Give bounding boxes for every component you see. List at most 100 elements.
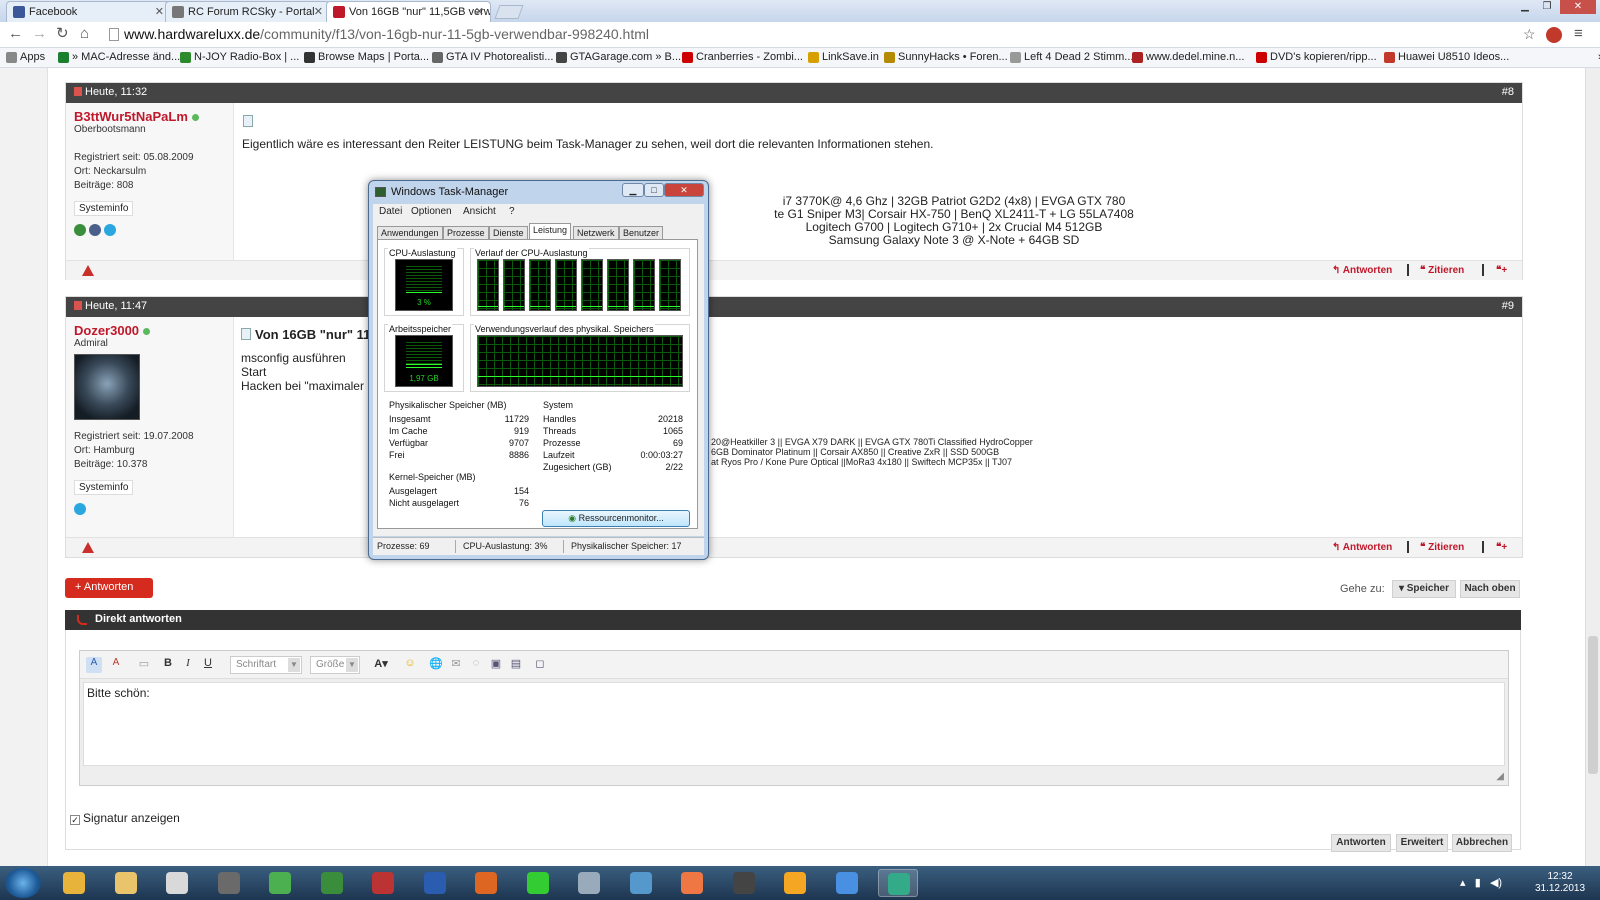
reload-icon[interactable]: ↻ (56, 26, 69, 42)
paste-icon[interactable]: ▭ (136, 657, 152, 673)
taskbar-item[interactable] (260, 869, 300, 897)
text-color-icon[interactable]: A▾ (370, 657, 392, 673)
start-button[interactable] (5, 868, 41, 898)
taskbar-item[interactable] (724, 869, 764, 897)
reply-textarea[interactable]: Bitte schön: (83, 682, 1505, 766)
forward-icon[interactable]: → (32, 26, 47, 42)
skype-icon[interactable] (104, 224, 116, 236)
goto-save-button[interactable]: ▾ Speicher (1392, 580, 1456, 598)
menu-ansicht[interactable]: Ansicht (463, 206, 496, 217)
taskbar-item[interactable] (621, 869, 661, 897)
multiquote-icon[interactable]: ❝+ (1496, 542, 1507, 553)
report-icon[interactable] (82, 542, 94, 553)
post-number[interactable]: #8 (1502, 86, 1514, 98)
network-signal-icon[interactable]: ▮ (1475, 877, 1481, 889)
video-icon[interactable]: ▤ (508, 657, 524, 673)
checkbox-checked-icon[interactable]: ✓ (70, 815, 80, 825)
tab-prozesse[interactable]: Prozesse (443, 226, 489, 240)
bookmark-item[interactable]: GTA IV Photorealisti... (432, 51, 553, 63)
taskbar-item[interactable] (54, 869, 94, 897)
menu-icon[interactable]: ≡ (1574, 26, 1583, 42)
url-input[interactable]: www.hardwareluxx.de/community/f13/von-16… (106, 25, 1546, 45)
volume-icon[interactable]: ◀) (1490, 877, 1502, 889)
remove-format-icon[interactable]: A (108, 657, 124, 673)
adblock-icon[interactable] (1546, 27, 1562, 43)
taskbar-item[interactable] (363, 869, 403, 897)
clock[interactable]: 12:32 31.12.2013 (1530, 871, 1590, 895)
tab-leistung[interactable]: Leistung (529, 223, 572, 240)
taskbar-item[interactable] (466, 869, 506, 897)
image-icon[interactable]: ▣ (488, 657, 504, 673)
scrollbar-thumb[interactable] (1588, 636, 1598, 774)
unlink-icon[interactable]: ◌ (468, 657, 484, 673)
steam-icon[interactable] (74, 224, 86, 236)
maximize-icon[interactable]: □ (644, 183, 664, 197)
tab-facebook[interactable]: Facebook ✕ (6, 1, 171, 22)
goto-top-button[interactable]: Nach oben (1460, 580, 1520, 598)
username[interactable]: Dozer3000 (74, 323, 139, 338)
taskbar-item[interactable] (312, 869, 352, 897)
bookmarks-overflow-icon[interactable]: » (1584, 51, 1600, 63)
taskbar-item[interactable] (672, 869, 712, 897)
font-select[interactable]: Schriftart ▼ (230, 656, 302, 674)
xfire-icon[interactable] (89, 224, 101, 236)
close-icon[interactable]: ✕ (314, 5, 323, 18)
avatar[interactable] (74, 354, 140, 420)
italic-icon[interactable]: I (180, 657, 196, 673)
quote-button[interactable]: ❝ Zitieren (1420, 542, 1464, 553)
link-icon[interactable]: 🌐 (428, 657, 444, 673)
menu-optionen[interactable]: Optionen (411, 206, 452, 217)
close-icon[interactable]: ✕ (475, 5, 484, 18)
show-signature-checkbox[interactable]: ✓ Signatur anzeigen (70, 811, 180, 825)
tray-expand-icon[interactable]: ▴ (1460, 877, 1466, 889)
tab-hardwareluxx[interactable]: Von 16GB "nur" 11,5GB verwendbar ✕ (326, 1, 491, 22)
bookmark-item[interactable]: GTAGarage.com » B... (556, 51, 681, 63)
advanced-button[interactable]: Erweitert (1396, 834, 1448, 852)
bookmark-item[interactable]: Apps (6, 51, 45, 63)
cancel-button[interactable]: Abbrechen (1452, 834, 1512, 852)
menu-help[interactable]: ? (509, 206, 515, 217)
close-window-icon[interactable]: ✕ (1560, 0, 1596, 14)
page-scrollbar[interactable] (1585, 68, 1600, 866)
report-icon[interactable] (82, 265, 94, 276)
menu-datei[interactable]: Datei (379, 206, 402, 217)
bold-icon[interactable]: B (160, 657, 176, 673)
wysiwyg-toggle-icon[interactable]: A (86, 657, 102, 673)
quote-button[interactable]: ❝ Zitieren (1420, 265, 1464, 276)
taskbar-item[interactable] (415, 869, 455, 897)
star-icon[interactable]: ☆ (1523, 26, 1536, 42)
minimize-icon[interactable]: ▁ (622, 183, 644, 197)
taskbar-item[interactable] (775, 869, 815, 897)
bookmark-item[interactable]: » MAC-Adresse änd... (58, 51, 180, 63)
taskbar-item[interactable] (569, 869, 609, 897)
close-icon[interactable]: ✕ (664, 183, 704, 197)
bookmark-item[interactable]: www.dedel.mine.n... (1132, 51, 1244, 63)
bookmark-item[interactable]: Browse Maps | Porta... (304, 51, 429, 63)
reply-button[interactable]: ↰ Antworten (1332, 542, 1392, 553)
bookmark-item[interactable]: Cranberries - Zombi... (682, 51, 803, 63)
new-reply-button[interactable]: + Antworten (65, 578, 153, 598)
email-icon[interactable]: ✉ (448, 657, 464, 673)
bookmark-item[interactable]: SunnyHacks • Foren... (884, 51, 1008, 63)
tab-dienste[interactable]: Dienste (489, 226, 528, 240)
close-icon[interactable]: ✕ (155, 5, 164, 18)
sysinfo-button[interactable]: Systeminfo (74, 480, 134, 495)
smiley-icon[interactable]: ☺ (402, 657, 418, 673)
multiquote-icon[interactable]: ❝+ (1496, 265, 1507, 276)
tab-netzwerk[interactable]: Netzwerk (573, 226, 619, 240)
back-icon[interactable]: ← (8, 26, 23, 42)
new-tab-button[interactable] (494, 5, 524, 19)
size-select[interactable]: Größe ▼ (310, 656, 360, 674)
restore-icon[interactable]: ❐ (1536, 0, 1558, 14)
bookmark-item[interactable]: DVD's kopieren/ripp... (1256, 51, 1377, 63)
resource-monitor-button[interactable]: ◉ Ressourcenmonitor... (542, 510, 690, 527)
bookmark-item[interactable]: LinkSave.in (808, 51, 879, 63)
resize-handle-icon[interactable]: ◢ (1496, 771, 1504, 782)
taskbar-item[interactable] (878, 869, 918, 897)
bookmark-item[interactable]: Left 4 Dead 2 Stimm... (1010, 51, 1133, 63)
minimize-icon[interactable]: ▁ (1514, 0, 1536, 14)
taskbar-item[interactable] (518, 869, 558, 897)
taskbar-item[interactable] (209, 869, 249, 897)
tab-benutzer[interactable]: Benutzer (619, 226, 664, 240)
taskbar-item[interactable] (827, 869, 867, 897)
